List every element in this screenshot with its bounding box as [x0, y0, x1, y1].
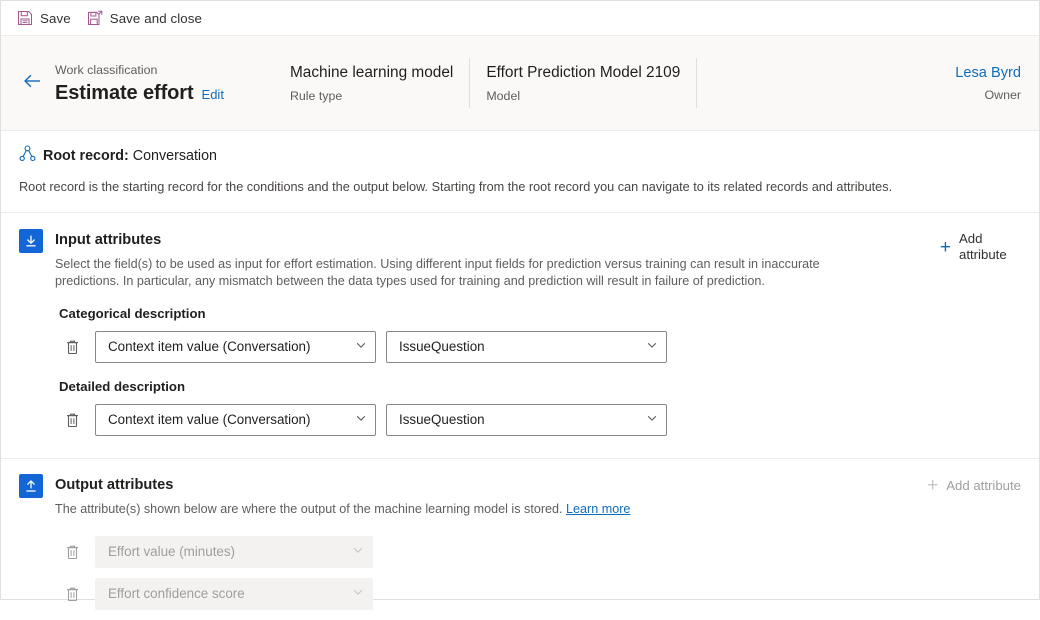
delete-effort-confidence-button — [59, 581, 85, 607]
save-and-close-icon — [87, 10, 103, 26]
header-field-rule-type: Machine learning model Rule type — [289, 58, 471, 108]
attribute-row: Effort value (minutes) — [59, 536, 1021, 568]
root-record-title-row: Root record: Conversation — [19, 145, 1021, 167]
edit-link[interactable]: Edit — [202, 86, 224, 104]
owner-label: Owner — [984, 87, 1022, 102]
detailed-field-dropdown[interactable]: IssueQuestion — [386, 404, 667, 436]
header-field-model: Effort Prediction Model 2109 Model — [470, 58, 698, 108]
owner-name[interactable]: Lesa Byrd — [955, 63, 1021, 83]
save-button-label: Save — [40, 10, 71, 26]
hierarchy-icon — [19, 145, 36, 167]
chevron-down-icon — [352, 585, 364, 603]
input-attributes-section: Input attributes Select the field(s) to … — [1, 213, 1039, 446]
input-attribute-group-detailed: Detailed description Context item value … — [19, 377, 1021, 436]
output-attribute-rows: Effort value (minutes) Effort confidence… — [19, 536, 1021, 610]
attribute-row: Effort confidence score — [59, 578, 1021, 610]
chevron-down-icon — [646, 411, 658, 429]
categorical-field-value: IssueQuestion — [399, 339, 485, 354]
header-fields: Machine learning model Rule type Effort … — [289, 36, 698, 130]
attribute-row: Context item value (Conversation) IssueQ… — [59, 404, 1021, 436]
detailed-field-value: IssueQuestion — [399, 412, 485, 427]
effort-confidence-text: Effort confidence score — [108, 586, 245, 601]
model-value: Effort Prediction Model 2109 — [486, 63, 681, 81]
categorical-field-dropdown[interactable]: IssueQuestion — [386, 331, 667, 363]
learn-more-link[interactable]: Learn more — [566, 502, 630, 516]
root-record-value: Conversation — [128, 148, 218, 164]
detailed-source-value: Context item value (Conversation) — [108, 412, 311, 427]
root-record-title: Root record: Conversation — [43, 146, 217, 166]
model-label: Model — [486, 88, 521, 103]
output-section-description: The attribute(s) shown below are where t… — [55, 502, 567, 516]
root-record-band: Root record: Conversation Root record is… — [1, 131, 1039, 213]
rule-type-label: Rule type — [289, 88, 343, 103]
chevron-down-icon — [355, 411, 367, 429]
record-title-row: Estimate effort Edit — [55, 80, 224, 106]
root-record-label: Root record: — [43, 148, 129, 164]
output-section-title: Output attributes — [55, 477, 174, 493]
trash-icon — [66, 545, 78, 560]
output-add-attribute-button: + Add attribute — [911, 476, 1021, 495]
trash-icon — [66, 413, 78, 428]
save-icon — [17, 10, 33, 26]
effort-value-dropdown: Effort value (minutes) — [95, 536, 373, 568]
categorical-description-label: Categorical description — [59, 306, 206, 321]
plus-icon: + — [939, 236, 951, 258]
save-button[interactable]: Save — [9, 4, 79, 32]
detailed-source-dropdown[interactable]: Context item value (Conversation) — [95, 404, 376, 436]
command-bar: Save Save and close — [1, 1, 1039, 36]
chevron-down-icon — [352, 543, 364, 561]
back-button[interactable] — [15, 66, 49, 100]
detailed-description-label: Detailed description — [59, 379, 186, 394]
save-and-close-button-label: Save and close — [109, 10, 203, 26]
delete-effort-value-button — [59, 539, 85, 565]
chevron-down-icon — [646, 338, 658, 356]
save-and-close-button[interactable]: Save and close — [79, 4, 210, 32]
output-section-text: Output attributes The attribute(s) shown… — [43, 474, 911, 518]
upload-arrow-icon — [19, 474, 43, 498]
root-record-description: Root record is the starting record for t… — [19, 180, 893, 194]
output-section-description-wrap: The attribute(s) shown below are where t… — [55, 501, 875, 518]
record-title-block: Work classification Estimate effort Edit — [49, 36, 224, 130]
delete-detailed-attribute-button[interactable] — [59, 407, 85, 433]
header-field-owner: Lesa Byrd Owner — [937, 36, 1021, 130]
record-eyebrow: Work classification — [55, 62, 158, 77]
back-arrow-icon — [22, 73, 42, 94]
delete-categorical-attribute-button[interactable] — [59, 334, 85, 360]
attribute-row: Context item value (Conversation) IssueQ… — [59, 331, 1021, 363]
app-window: Save Save and close Work classification … — [0, 0, 1040, 610]
output-attributes-section: Output attributes The attribute(s) shown… — [1, 458, 1039, 620]
input-section-description: Select the field(s) to be used as input … — [55, 257, 820, 288]
input-section-title: Input attributes — [55, 232, 162, 248]
output-section-header: Output attributes The attribute(s) shown… — [19, 474, 1021, 518]
input-attribute-group-categorical: Categorical description Context item val… — [19, 304, 1021, 363]
categorical-source-dropdown[interactable]: Context item value (Conversation) — [95, 331, 376, 363]
output-add-attribute-label: Add attribute — [946, 477, 1021, 493]
chevron-down-icon — [355, 338, 367, 356]
record-header: Work classification Estimate effort Edit… — [1, 36, 1039, 131]
input-section-text: Input attributes Select the field(s) to … — [43, 229, 924, 290]
download-arrow-icon — [19, 229, 43, 253]
input-add-attribute-label: Add attribute — [959, 231, 1007, 262]
rule-type-value: Machine learning model — [289, 63, 454, 81]
effort-confidence-dropdown: Effort confidence score — [95, 578, 373, 610]
trash-icon — [66, 340, 78, 355]
plus-icon: + — [927, 475, 939, 496]
categorical-source-value: Context item value (Conversation) — [108, 339, 311, 354]
page-title: Estimate effort — [55, 81, 194, 104]
input-section-header: Input attributes Select the field(s) to … — [19, 229, 1021, 290]
input-add-attribute-button[interactable]: + Add attribute — [924, 231, 1021, 263]
effort-value-text: Effort value (minutes) — [108, 544, 236, 559]
